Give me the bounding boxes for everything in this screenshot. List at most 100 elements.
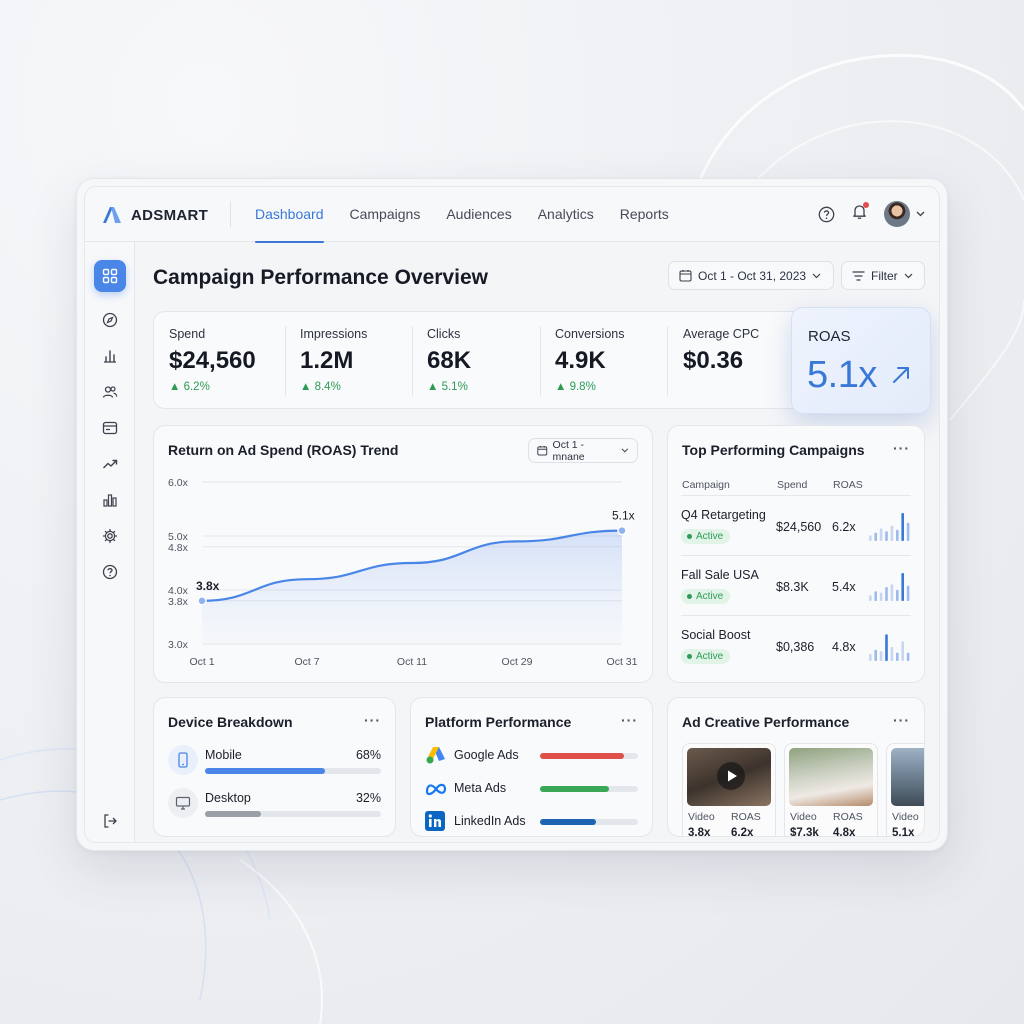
kpi-divider bbox=[667, 326, 668, 396]
play-icon[interactable] bbox=[717, 762, 745, 790]
kpi-value: 1.2M bbox=[300, 347, 354, 374]
platform-bar-fill bbox=[540, 819, 596, 825]
creative-label: ROAS bbox=[731, 811, 761, 823]
sidebar-item-settings[interactable] bbox=[94, 520, 126, 552]
platform-bar-track bbox=[540, 786, 638, 792]
kpi-clicks: Clicks 68K ▲ 5.1% bbox=[427, 327, 471, 393]
campaign-roas: 5.4x bbox=[832, 580, 856, 594]
roas-value: 5.1x bbox=[807, 354, 877, 396]
desktop-icon bbox=[168, 788, 198, 818]
nav-reports[interactable]: Reports bbox=[620, 187, 669, 242]
device-bar-fill bbox=[205, 768, 325, 774]
google-ads-icon bbox=[426, 747, 445, 764]
platform-bar-fill bbox=[540, 753, 625, 759]
top-nav-bar: ADSMART Dashboard Campaigns Audiences An… bbox=[85, 187, 939, 243]
x-tick-label: Oct 11 bbox=[397, 656, 427, 668]
sidebar-item-explore[interactable] bbox=[94, 304, 126, 336]
platform-row-linkedin-ads[interactable]: LinkedIn Ads bbox=[425, 811, 638, 833]
sidebar-item-dashboard[interactable] bbox=[94, 260, 126, 292]
meta-icon bbox=[425, 783, 447, 796]
help-icon[interactable] bbox=[818, 206, 835, 223]
creative-tile[interactable]: Video 5.1x bbox=[886, 743, 924, 837]
gear-icon bbox=[102, 528, 118, 544]
creative-label: Video bbox=[892, 811, 919, 823]
sidebar-item-logout[interactable] bbox=[94, 805, 126, 837]
nav-campaigns[interactable]: Campaigns bbox=[350, 187, 421, 242]
sidebar bbox=[85, 242, 135, 842]
chevron-down-icon bbox=[812, 273, 821, 278]
kpi-average-cpc: Average CPC $0.36 bbox=[683, 327, 759, 375]
campaign-row[interactable]: Q4 Retargeting Active $24,560 6.2x bbox=[681, 495, 911, 555]
platform-row-google-ads[interactable]: Google Ads bbox=[425, 745, 638, 767]
more-options-icon[interactable]: ··· bbox=[893, 440, 910, 456]
nav-audiences[interactable]: Audiences bbox=[446, 187, 511, 242]
sparkline-bar bbox=[890, 584, 894, 601]
column-header-campaign: Campaign bbox=[682, 479, 730, 491]
device-row-desktop[interactable]: Desktop 32% bbox=[168, 788, 381, 822]
kpi-divider bbox=[412, 326, 413, 396]
notifications-button[interactable] bbox=[851, 202, 869, 225]
status-badge: Active bbox=[681, 529, 731, 544]
device-bar-fill bbox=[205, 811, 262, 817]
sparkline-bar bbox=[885, 634, 888, 661]
more-options-icon[interactable]: ··· bbox=[364, 712, 381, 728]
roas-highlight-card[interactable]: ROAS 5.1x bbox=[791, 307, 931, 414]
sidebar-item-trends[interactable] bbox=[94, 448, 126, 480]
sidebar-item-help[interactable] bbox=[94, 556, 126, 588]
creative-value: 4.8x bbox=[833, 827, 856, 837]
kpi-delta-value: 9.8% bbox=[569, 381, 596, 393]
arrow-up-right-icon bbox=[893, 367, 909, 383]
filter-button[interactable]: Filter bbox=[841, 261, 925, 290]
sparkline-bar bbox=[869, 535, 872, 541]
page-title: Campaign Performance Overview bbox=[153, 266, 488, 289]
platform-row-meta-ads[interactable]: Meta Ads bbox=[425, 778, 638, 800]
campaign-spend: $8.3K bbox=[776, 580, 809, 594]
y-tick-label: 4.8x bbox=[168, 542, 189, 554]
device-percent: 68% bbox=[355, 748, 381, 762]
more-options-icon[interactable]: ··· bbox=[621, 712, 638, 728]
compass-icon bbox=[102, 312, 118, 328]
user-menu[interactable] bbox=[884, 201, 925, 227]
device-name: Desktop bbox=[205, 791, 251, 805]
creative-tile[interactable]: Video ROAS 3.8x 6.2x bbox=[682, 743, 776, 837]
x-tick-label: Oct 31 bbox=[607, 656, 638, 668]
sidebar-item-billing[interactable] bbox=[94, 412, 126, 444]
calendar-icon bbox=[679, 270, 692, 282]
kpi-divider bbox=[285, 326, 286, 396]
sidebar-item-stats[interactable] bbox=[94, 484, 126, 516]
column-header-roas: ROAS bbox=[833, 479, 863, 491]
device-name: Mobile bbox=[205, 748, 242, 762]
status-dot bbox=[687, 534, 692, 539]
y-tick-label: 6.0x bbox=[168, 477, 189, 489]
campaign-name: Social Boost bbox=[681, 628, 751, 642]
device-row-mobile[interactable]: Mobile 68% bbox=[168, 745, 381, 779]
device-breakdown-title: Device Breakdown bbox=[168, 714, 293, 730]
nav-dashboard[interactable]: Dashboard bbox=[255, 187, 324, 243]
campaign-spend: $0,386 bbox=[776, 640, 815, 654]
y-tick-label: 3.8x bbox=[168, 596, 189, 608]
kpi-value: 68K bbox=[427, 347, 472, 374]
date-range-picker[interactable]: Oct 1 - Oct 31, 2023 bbox=[668, 261, 834, 290]
trend-point[interactable] bbox=[197, 596, 207, 606]
campaign-row[interactable]: Social Boost Active $0,386 4.8x bbox=[681, 615, 911, 675]
more-options-icon[interactable]: ··· bbox=[893, 712, 910, 728]
mobile-icon bbox=[168, 745, 198, 775]
sparkline-bar bbox=[885, 587, 888, 601]
kpi-label: Conversions bbox=[555, 327, 625, 341]
brand-logo[interactable]: ADSMART bbox=[101, 205, 208, 225]
creative-tile[interactable]: Video ROAS $7.3k 4.8x bbox=[784, 743, 878, 837]
creative-value: 5.1x bbox=[892, 827, 915, 837]
creative-value: 3.8x bbox=[688, 827, 711, 837]
sidebar-item-audiences[interactable] bbox=[94, 376, 126, 408]
trend-point[interactable] bbox=[617, 525, 627, 536]
campaign-roas: 4.8x bbox=[832, 640, 856, 654]
sidebar-item-reports[interactable] bbox=[94, 340, 126, 372]
filter-label: Filter bbox=[871, 268, 898, 283]
sparkline-bar bbox=[906, 652, 910, 661]
sparkline-bar bbox=[906, 585, 910, 601]
sparkline-bar bbox=[901, 513, 904, 541]
users-icon bbox=[102, 386, 118, 398]
campaign-row[interactable]: Fall Sale USA Active $8.3K 5.4x bbox=[681, 555, 911, 615]
nav-analytics[interactable]: Analytics bbox=[538, 187, 594, 242]
status-text: Active bbox=[696, 531, 724, 542]
